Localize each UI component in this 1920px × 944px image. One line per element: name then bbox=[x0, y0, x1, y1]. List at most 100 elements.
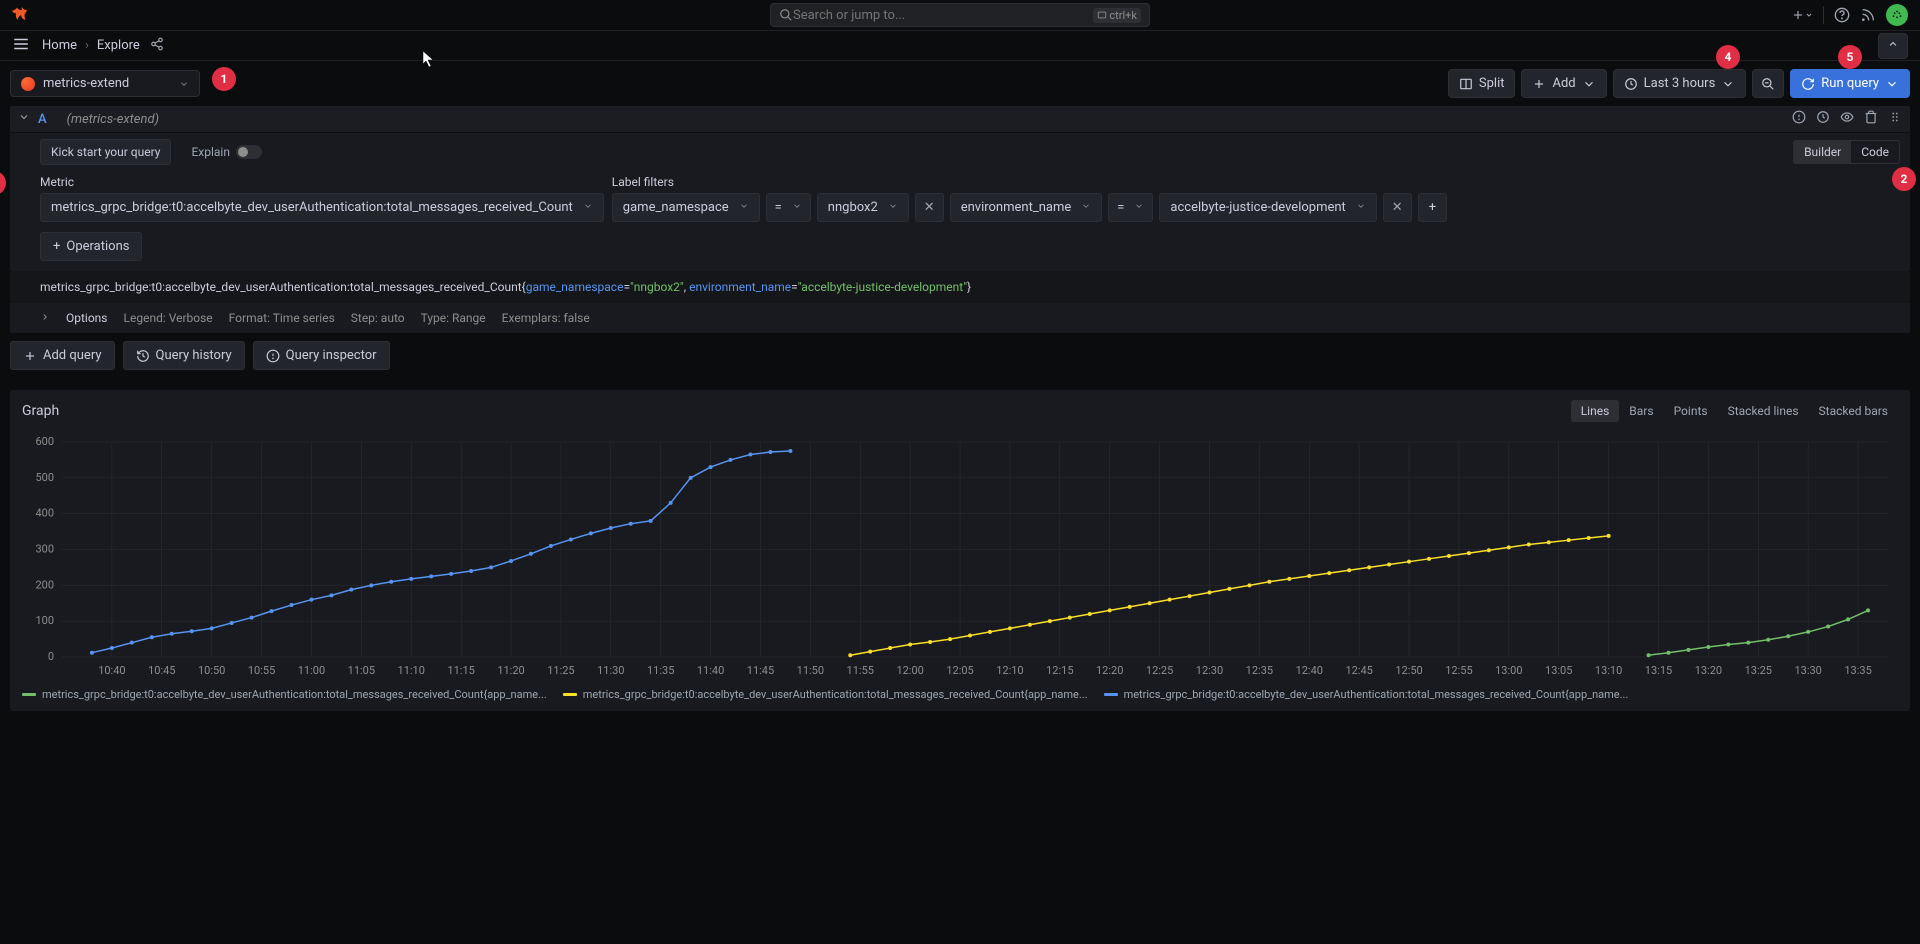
svg-text:12:35: 12:35 bbox=[1246, 664, 1273, 677]
label-op-select-0[interactable]: = bbox=[766, 193, 811, 222]
legend-item[interactable]: metrics_grpc_bridge:t0:accelbyte_dev_use… bbox=[1104, 688, 1629, 701]
global-search[interactable]: ctrl+k bbox=[770, 3, 1150, 27]
label-key-select-0[interactable]: game_namespace bbox=[612, 193, 760, 222]
label-key-select-1[interactable]: environment_name bbox=[950, 193, 1103, 222]
view-lines[interactable]: Lines bbox=[1571, 400, 1620, 422]
chevron-down-icon bbox=[1582, 77, 1596, 91]
refresh-icon bbox=[1801, 77, 1815, 91]
code-mode[interactable]: Code bbox=[1851, 141, 1899, 163]
zoom-out-button[interactable] bbox=[1752, 69, 1784, 98]
query-toggle-icon[interactable] bbox=[1840, 110, 1854, 128]
query-header: A (metrics-extend) bbox=[10, 106, 1910, 133]
user-avatar[interactable] bbox=[1886, 4, 1908, 26]
label-op-select-1[interactable]: = bbox=[1108, 193, 1153, 222]
collapse-query[interactable] bbox=[18, 111, 30, 127]
query-history-button[interactable]: Query history bbox=[123, 341, 245, 370]
svg-text:13:20: 13:20 bbox=[1695, 664, 1722, 677]
query-letter: A bbox=[38, 112, 47, 127]
search-input[interactable] bbox=[793, 8, 1093, 23]
chevron-down-icon bbox=[1721, 77, 1735, 91]
svg-text:11:35: 11:35 bbox=[647, 664, 674, 677]
explain-toggle[interactable]: Explain bbox=[191, 145, 262, 159]
share-icon[interactable] bbox=[150, 37, 164, 55]
svg-text:12:25: 12:25 bbox=[1146, 664, 1173, 677]
svg-text:10:45: 10:45 bbox=[148, 664, 175, 677]
labelfilters-label: Label filters bbox=[612, 175, 1447, 189]
legend-item[interactable]: metrics_grpc_bridge:t0:accelbyte_dev_use… bbox=[563, 688, 1088, 701]
query-datasource-hint: (metrics-extend) bbox=[67, 112, 159, 127]
explore-toolbar: metrics-extend 1 Split Add Last 3 hours … bbox=[0, 60, 1920, 106]
view-stacked-lines[interactable]: Stacked lines bbox=[1718, 400, 1809, 422]
label-val-select-0[interactable]: nngbox2 bbox=[817, 193, 909, 222]
metric-select[interactable]: metrics_grpc_bridge:t0:accelbyte_dev_use… bbox=[40, 193, 604, 222]
svg-text:11:10: 11:10 bbox=[398, 664, 425, 677]
query-mode-toggle: Builder Code bbox=[1793, 140, 1900, 164]
chart-area[interactable]: 010020030040050060010:4010:4510:5010:551… bbox=[22, 432, 1898, 682]
chart-legend: metrics_grpc_bridge:t0:accelbyte_dev_use… bbox=[22, 682, 1898, 701]
query-code-preview: metrics_grpc_bridge:t0:accelbyte_dev_use… bbox=[10, 271, 1910, 303]
legend-item[interactable]: metrics_grpc_bridge:t0:accelbyte_dev_use… bbox=[22, 688, 547, 701]
breadcrumb-home[interactable]: Home bbox=[42, 38, 77, 53]
collapse-panel[interactable] bbox=[1878, 33, 1908, 59]
view-stacked-bars[interactable]: Stacked bars bbox=[1809, 400, 1898, 422]
split-button[interactable]: Split bbox=[1448, 69, 1516, 98]
clock-icon bbox=[1624, 77, 1638, 91]
prometheus-icon bbox=[21, 77, 35, 91]
remove-filter-1[interactable]: ✕ bbox=[1383, 193, 1412, 222]
svg-text:11:25: 11:25 bbox=[547, 664, 574, 677]
time-range-button[interactable]: Last 3 hours bbox=[1613, 69, 1747, 98]
grafana-logo[interactable] bbox=[12, 5, 32, 25]
add-query-button[interactable]: Add query bbox=[10, 341, 115, 370]
chevron-down-icon bbox=[179, 79, 189, 89]
add-label-filter[interactable]: + bbox=[1418, 193, 1447, 222]
svg-text:11:15: 11:15 bbox=[447, 664, 474, 677]
svg-text:12:45: 12:45 bbox=[1345, 664, 1372, 677]
label-val-select-1[interactable]: accelbyte-justice-development bbox=[1159, 193, 1376, 222]
add-menu[interactable] bbox=[1791, 8, 1813, 22]
query-delete-icon[interactable] bbox=[1864, 110, 1878, 128]
kickstart-button[interactable]: Kick start your query bbox=[40, 139, 171, 165]
view-bars[interactable]: Bars bbox=[1619, 400, 1663, 422]
zoom-out-icon bbox=[1761, 77, 1775, 91]
plus-icon bbox=[23, 349, 37, 363]
svg-text:13:15: 13:15 bbox=[1645, 664, 1672, 677]
remove-filter-0[interactable]: ✕ bbox=[915, 193, 944, 222]
svg-text:500: 500 bbox=[35, 471, 54, 484]
query-inspector-button[interactable]: Query inspector bbox=[253, 341, 390, 370]
breadcrumb-explore[interactable]: Explore bbox=[97, 38, 140, 53]
svg-text:200: 200 bbox=[35, 578, 54, 591]
navbar: Home › Explore bbox=[0, 30, 1920, 60]
callout-3: 3 bbox=[0, 171, 6, 195]
run-query-button[interactable]: Run query bbox=[1790, 69, 1910, 98]
query-timeshift-icon[interactable] bbox=[1816, 110, 1830, 128]
svg-text:100: 100 bbox=[35, 614, 54, 627]
menu-toggle[interactable] bbox=[12, 35, 30, 57]
history-icon bbox=[136, 349, 150, 363]
svg-text:12:50: 12:50 bbox=[1395, 664, 1422, 677]
add-button[interactable]: Add bbox=[1521, 69, 1606, 98]
operations-button[interactable]: +Operations bbox=[40, 232, 142, 261]
svg-text:11:45: 11:45 bbox=[747, 664, 774, 677]
metric-label: Metric bbox=[40, 175, 604, 189]
chevron-down-icon bbox=[583, 201, 593, 211]
svg-text:12:20: 12:20 bbox=[1096, 664, 1123, 677]
topbar: ctrl+k bbox=[0, 0, 1920, 30]
help-icon[interactable] bbox=[1834, 7, 1850, 23]
rss-icon[interactable] bbox=[1860, 7, 1876, 23]
options-expand[interactable] bbox=[40, 311, 50, 325]
query-drag-icon[interactable] bbox=[1888, 110, 1902, 128]
datasource-picker[interactable]: metrics-extend bbox=[10, 70, 200, 97]
graph-view-toggle: Lines Bars Points Stacked lines Stacked … bbox=[1571, 400, 1898, 422]
svg-text:13:35: 13:35 bbox=[1844, 664, 1871, 677]
builder-mode[interactable]: Builder bbox=[1794, 141, 1851, 163]
toggle-switch[interactable] bbox=[236, 145, 262, 159]
svg-text:11:50: 11:50 bbox=[797, 664, 824, 677]
svg-text:12:05: 12:05 bbox=[946, 664, 973, 677]
svg-text:12:55: 12:55 bbox=[1445, 664, 1472, 677]
svg-text:10:55: 10:55 bbox=[248, 664, 275, 677]
svg-text:13:00: 13:00 bbox=[1495, 664, 1522, 677]
view-points[interactable]: Points bbox=[1664, 400, 1718, 422]
query-help-icon[interactable] bbox=[1792, 110, 1806, 128]
inspector-icon bbox=[266, 349, 280, 363]
svg-text:11:40: 11:40 bbox=[697, 664, 724, 677]
